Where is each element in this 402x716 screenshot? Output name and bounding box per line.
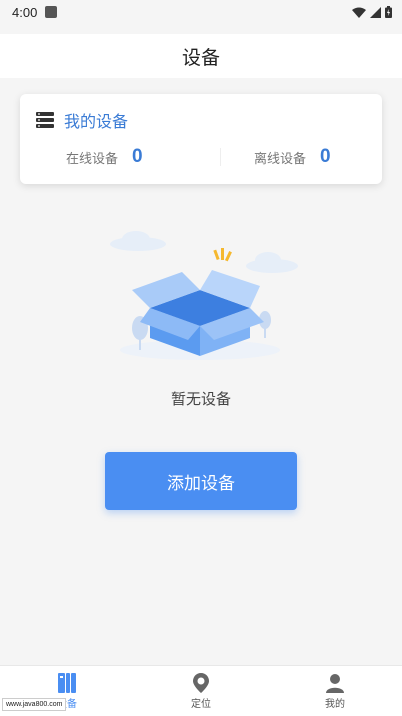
add-device-button[interactable]: 添加设备 — [105, 452, 297, 510]
online-devices-count: 0 — [132, 146, 143, 167]
my-devices-card: 我的设备 在线设备 0 离线设备 0 — [20, 94, 382, 184]
status-bar: 4:00 — [0, 0, 402, 24]
nav-label-mine: 我的 — [325, 698, 345, 710]
empty-state-text: 暂无设备 — [170, 390, 231, 408]
battery-icon — [385, 6, 392, 18]
offline-devices-count: 0 — [320, 146, 331, 167]
location-pin-icon — [193, 672, 209, 693]
card-divider — [220, 148, 221, 166]
nav-label-location: 定位 — [191, 698, 211, 710]
page-title: 设备 — [181, 46, 220, 69]
person-icon — [326, 673, 344, 693]
watermark: www.java800.com — [2, 698, 67, 711]
nav-item-location[interactable]: 定位 — [134, 666, 268, 716]
empty-box-illustration — [110, 231, 298, 360]
wifi-icon — [352, 7, 366, 18]
status-icons — [352, 6, 392, 18]
signal-icon — [370, 6, 381, 18]
page-header: 设备 — [0, 34, 402, 78]
offline-devices-label: 离线设备 — [254, 151, 307, 167]
online-devices-stat: 在线设备 0 — [66, 146, 143, 168]
offline-devices-stat: 离线设备 0 — [254, 146, 331, 168]
status-time: 4:00 — [12, 4, 38, 20]
server-icon — [36, 112, 54, 128]
nav-item-mine[interactable]: 我的 — [268, 666, 402, 716]
online-devices-label: 在线设备 — [66, 151, 119, 167]
card-title: 我的设备 — [64, 112, 129, 131]
notification-icon — [45, 6, 58, 18]
devices-icon — [58, 672, 76, 693]
card-header: 我的设备 — [36, 108, 128, 132]
